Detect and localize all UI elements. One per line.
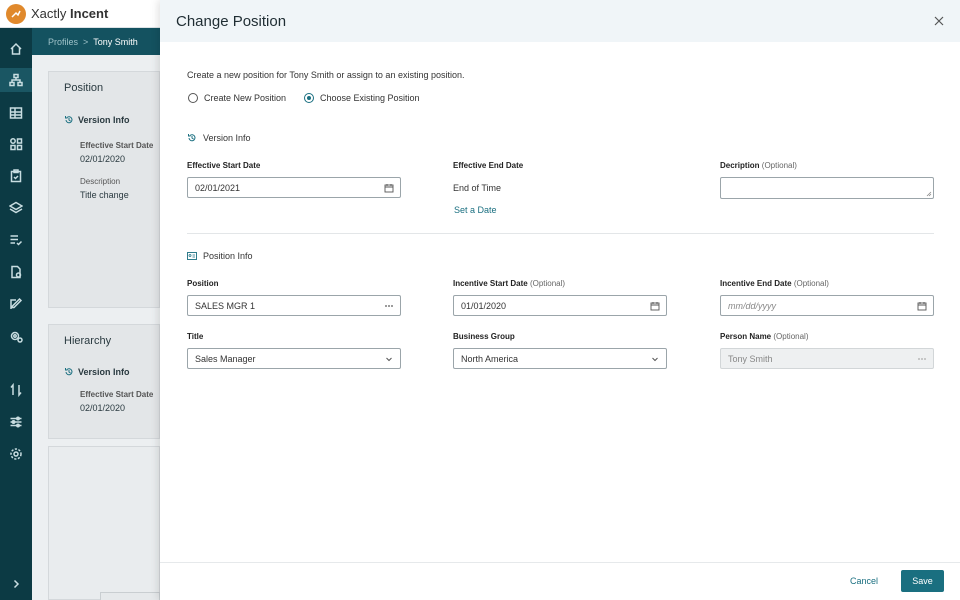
table-icon[interactable] <box>4 101 28 125</box>
settings-icon[interactable] <box>4 442 28 466</box>
effective-end-label: Effective End Date <box>453 161 524 170</box>
transfer-icon[interactable] <box>4 378 28 402</box>
position-label: Position <box>187 279 219 288</box>
breadcrumb: Profiles > Tony Smith <box>32 28 160 55</box>
start-date-value: 02/01/2020 <box>80 154 126 164</box>
breadcrumb-parent[interactable]: Profiles <box>48 37 78 47</box>
position-input[interactable]: SALES MGR 1 <box>187 295 401 316</box>
save-button[interactable]: Save <box>901 570 944 592</box>
radio-choose-existing[interactable]: Choose Existing Position <box>304 93 420 103</box>
position-card: Position Version Info Effective Start Da… <box>48 71 160 308</box>
change-position-dialog: Change Position Create a new position fo… <box>160 0 960 600</box>
history-icon <box>65 116 73 124</box>
title-select[interactable]: Sales Manager <box>187 348 401 369</box>
expand-icon[interactable] <box>4 572 28 596</box>
incentive-end-date-input[interactable]: mm/dd/yyyy <box>720 295 934 316</box>
chevron-down-icon[interactable] <box>650 354 660 364</box>
document-settings-icon[interactable] <box>4 260 28 284</box>
description-label: Decription (Optional) <box>720 161 797 170</box>
business-group-select[interactable]: North America <box>453 348 667 369</box>
start-date-label: Effective Start Date <box>80 141 154 150</box>
history-icon <box>188 134 196 142</box>
clipboard-icon[interactable] <box>4 164 28 188</box>
checklist-icon[interactable] <box>4 228 28 252</box>
home-icon[interactable] <box>4 37 28 61</box>
more-options-icon <box>917 354 927 364</box>
effective-start-date-input[interactable]: 02/01/2021 <box>187 177 401 198</box>
apps-icon[interactable] <box>4 132 28 156</box>
close-icon[interactable] <box>932 14 946 28</box>
edit-icon[interactable] <box>4 292 28 316</box>
start-date-value: 02/01/2020 <box>80 403 126 413</box>
set-a-date-link[interactable]: Set a Date <box>454 205 497 215</box>
radio-create-new[interactable]: Create New Position <box>188 93 286 103</box>
id-card-icon <box>187 252 197 260</box>
description-value: Title change <box>80 190 129 200</box>
chevron-down-icon[interactable] <box>384 354 394 364</box>
business-group-label: Business Group <box>453 332 515 341</box>
breadcrumb-separator: > <box>83 36 89 47</box>
intro-text: Create a new position for Tony Smith or … <box>187 70 465 80</box>
calendar-icon[interactable] <box>917 301 927 311</box>
org-chart-icon[interactable] <box>0 68 32 92</box>
hierarchy-card-title: Hierarchy <box>64 335 112 347</box>
sliders-icon[interactable] <box>4 410 28 434</box>
history-icon <box>65 368 73 376</box>
profile-background: Profiles > Tony Smith Position Version I… <box>32 28 160 600</box>
dialog-title: Change Position <box>176 13 287 30</box>
version-info: Version Info <box>64 115 130 125</box>
incentive-start-date-input[interactable]: 01/01/2020 <box>453 295 667 316</box>
footer-divider <box>160 562 960 563</box>
more-options-icon[interactable] <box>384 301 394 311</box>
cancel-button[interactable]: Cancel <box>850 576 878 586</box>
hierarchy-card: Hierarchy Version Info Effective Start D… <box>48 324 160 439</box>
position-card-title: Position <box>64 82 104 94</box>
xactly-logo-icon <box>6 3 26 24</box>
position-info-heading: Position Info <box>187 251 253 261</box>
start-date-label: Effective Start Date <box>80 390 154 399</box>
dialog-header: Change Position <box>160 0 960 42</box>
version-info: Version Info <box>64 367 130 377</box>
person-name-label: Person Name (Optional) <box>720 332 809 341</box>
radio-button[interactable] <box>188 93 198 103</box>
breadcrumb-current: Tony Smith <box>93 36 138 47</box>
incentive-start-label: Incentive Start Date (Optional) <box>453 279 566 288</box>
layers-icon[interactable] <box>4 196 28 220</box>
description-label: Description <box>80 177 121 186</box>
empty-card <box>48 446 160 600</box>
person-name-input: Tony Smith <box>720 348 934 369</box>
description-textarea[interactable] <box>720 177 934 199</box>
left-nav-rail <box>0 28 32 600</box>
version-info-heading: Version Info <box>187 133 251 143</box>
incentive-end-label: Incentive End Date (Optional) <box>720 279 829 288</box>
calendar-icon[interactable] <box>650 301 660 311</box>
effective-start-label: Effective Start Date <box>187 161 261 170</box>
top-bar: Xactly Incent <box>0 0 160 28</box>
section-divider <box>187 233 934 234</box>
partial-chip <box>100 592 160 600</box>
gear-badge-icon[interactable] <box>4 324 28 348</box>
brand-name: Xactly Incent <box>31 6 109 21</box>
calendar-icon[interactable] <box>384 183 394 193</box>
effective-end-value: End of Time <box>453 183 502 193</box>
radio-button-selected[interactable] <box>304 93 314 103</box>
title-label: Title <box>187 332 204 341</box>
resize-handle-icon[interactable] <box>926 191 932 197</box>
